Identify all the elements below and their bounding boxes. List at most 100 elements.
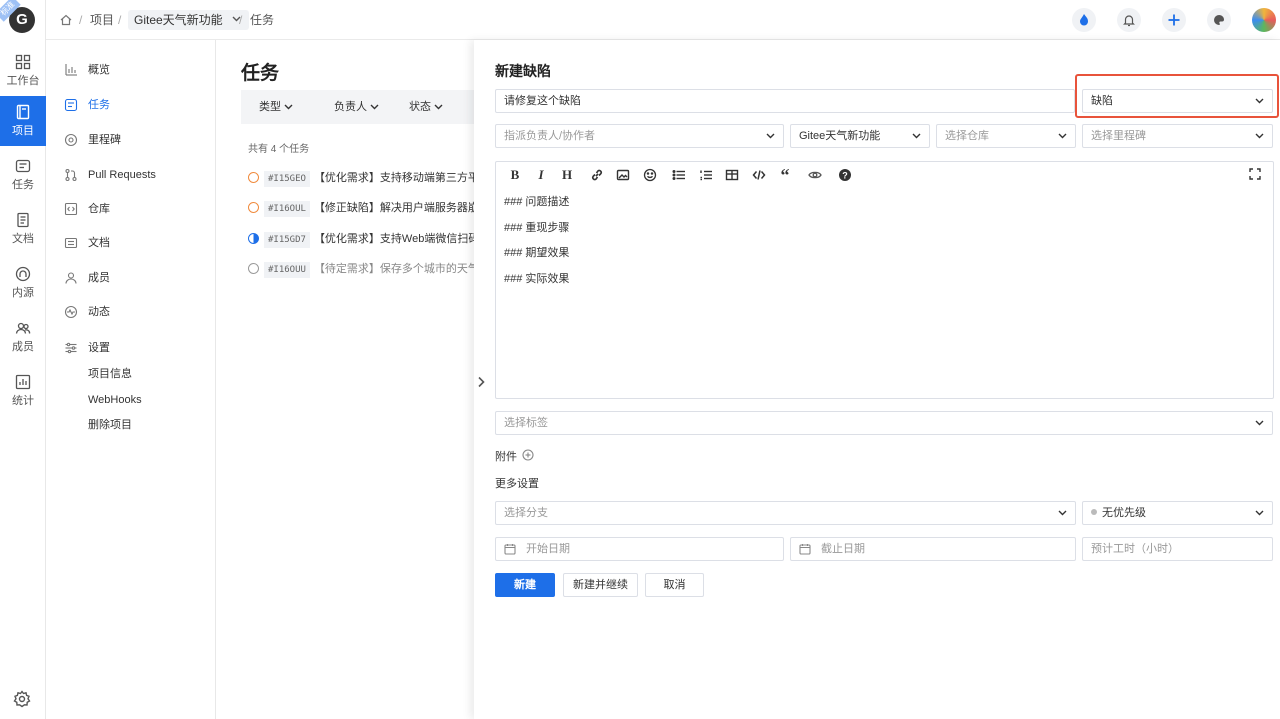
rail-item-stats[interactable]: 统计 xyxy=(0,366,46,416)
title-input[interactable]: 请修复这个缺陷 xyxy=(495,89,1075,113)
rail-item-workbench[interactable]: 工作台 xyxy=(0,46,46,96)
rail-item-tasks[interactable]: 任务 xyxy=(0,150,46,200)
estimate-input[interactable]: 预计工时（小时） xyxy=(1082,537,1273,561)
nav-item-overview[interactable]: 概览 xyxy=(46,56,216,84)
user-icon xyxy=(65,272,77,284)
emoji-icon[interactable] xyxy=(641,166,659,184)
pull-request-icon xyxy=(65,168,77,182)
ordered-list-icon[interactable] xyxy=(697,166,715,184)
breadcrumb-separator: / xyxy=(79,13,83,27)
nav-item-tasks[interactable]: 任务 xyxy=(46,91,216,119)
priority-select[interactable]: 无优先级 xyxy=(1082,501,1273,525)
create-button[interactable]: 新建 xyxy=(495,573,555,597)
nav-item-pull-requests[interactable]: Pull Requests xyxy=(46,161,216,189)
assignee-placeholder: 指派负责人/协作者 xyxy=(504,130,596,142)
image-icon[interactable] xyxy=(614,166,632,184)
nav-item-docs[interactable]: 文档 xyxy=(46,229,216,257)
theme-button[interactable] xyxy=(1207,8,1231,32)
chevron-down-icon xyxy=(1255,510,1264,516)
nav-item-label: 设置 xyxy=(88,342,110,354)
start-date-picker[interactable]: 开始日期 xyxy=(495,537,784,561)
project-switcher[interactable]: Gitee天气新功能 xyxy=(128,10,249,30)
task-id: #I16OUL xyxy=(264,201,310,217)
bold-icon[interactable]: B xyxy=(506,166,524,184)
project-value: Gitee天气新功能 xyxy=(799,130,881,142)
top-bar: / 项目 / Gitee天气新功能 / 任务 xyxy=(46,0,1280,40)
nav-item-settings[interactable]: 设置 xyxy=(46,334,216,362)
task-count: 共有 4 个任务 xyxy=(248,144,310,155)
due-date-picker[interactable]: 截止日期 xyxy=(790,537,1076,561)
cancel-button[interactable]: 取消 xyxy=(645,573,704,597)
breadcrumb-separator: / xyxy=(239,13,243,27)
members-icon xyxy=(15,322,31,334)
plus-icon xyxy=(1168,14,1180,26)
priority-value: 无优先级 xyxy=(1102,507,1146,519)
filter-assignee[interactable]: 负责人 xyxy=(334,90,379,124)
nav-sub-webhooks[interactable]: WebHooks xyxy=(46,389,216,411)
status-progress-icon xyxy=(248,232,259,244)
markdown-editor[interactable]: B I H “ ? ### 问题描述 ### 重现步骤 ### 期望效果 ###… xyxy=(495,161,1274,399)
activity-icon xyxy=(64,305,78,319)
gear-icon[interactable] xyxy=(13,690,31,708)
milestone-select[interactable]: 选择里程碑 xyxy=(1082,124,1273,148)
italic-icon[interactable]: I xyxy=(532,166,550,184)
code-block-icon[interactable] xyxy=(750,166,768,184)
quote-icon[interactable]: “ xyxy=(776,166,794,184)
stats-icon xyxy=(15,374,31,390)
task-icon xyxy=(64,98,78,112)
label-select[interactable]: 选择标签 xyxy=(495,411,1273,435)
recommend-button[interactable] xyxy=(1072,8,1096,32)
table-icon[interactable] xyxy=(723,166,741,184)
nav-item-repos[interactable]: 仓库 xyxy=(46,195,216,223)
breadcrumb-projects[interactable]: 项目 xyxy=(90,0,114,40)
breadcrumb-current: 任务 xyxy=(250,13,275,27)
nav-item-label: 动态 xyxy=(88,306,110,318)
rail-item-docs[interactable]: 文档 xyxy=(0,204,46,254)
preview-eye-icon[interactable] xyxy=(806,166,824,184)
fullscreen-icon[interactable] xyxy=(1246,166,1264,184)
page-title: 任务 xyxy=(241,63,280,84)
task-row[interactable]: #I15GD7 【优化需求】支持Web端微信扫码 xyxy=(248,230,476,248)
branch-select[interactable]: 选择分支 xyxy=(495,501,1076,525)
link-icon[interactable] xyxy=(588,166,606,184)
rail-item-members[interactable]: 成员 xyxy=(0,312,46,362)
filter-type[interactable]: 类型 xyxy=(259,90,293,124)
chevron-down-icon xyxy=(1058,510,1067,516)
task-row[interactable]: #I16OUU 【待定需求】保存多个城市的天气 xyxy=(248,260,476,278)
nav-item-label: 文档 xyxy=(88,237,110,249)
nav-item-members[interactable]: 成员 xyxy=(46,264,216,292)
priority-dot xyxy=(1091,509,1097,516)
drawer-title: 新建缺陷 xyxy=(495,63,551,79)
filter-status[interactable]: 状态 xyxy=(409,90,443,124)
nav-sub-delete-project[interactable]: 删除项目 xyxy=(46,414,216,436)
nav-item-activity[interactable]: 动态 xyxy=(46,298,216,326)
project-sidenav: 概览 任务 里程碑 Pull Requests 仓库 文档 成员 动态 设置 项… xyxy=(46,40,216,719)
avatar[interactable] xyxy=(1252,8,1276,32)
collapse-chevron-icon[interactable] xyxy=(476,376,486,388)
bullet-list-icon[interactable] xyxy=(670,166,688,184)
rail-item-label: 统计 xyxy=(12,395,34,407)
task-row[interactable]: #I16OUL 【修正缺陷】解决用户端服务器崩 xyxy=(248,199,476,217)
project-select[interactable]: Gitee天气新功能 xyxy=(790,124,930,148)
notifications-button[interactable] xyxy=(1117,8,1141,32)
rail-item-innersource[interactable]: 内源 xyxy=(0,258,46,308)
task-id: #I15GEO xyxy=(264,171,310,187)
home-icon[interactable] xyxy=(60,14,72,26)
chevron-down-icon xyxy=(370,104,379,110)
nav-item-label: 任务 xyxy=(88,99,110,111)
rail-item-projects[interactable]: 项目 xyxy=(0,96,46,146)
filter-bar: 类型 负责人 状态 xyxy=(241,90,476,124)
nav-item-milestones[interactable]: 里程碑 xyxy=(46,126,216,154)
nav-item-label: 成员 xyxy=(88,272,110,284)
assignee-select[interactable]: 指派负责人/协作者 xyxy=(495,124,784,148)
chevron-down-icon xyxy=(912,133,921,139)
nav-sub-project-info[interactable]: 项目信息 xyxy=(46,363,216,385)
bar-chart-icon xyxy=(65,64,77,76)
help-icon[interactable]: ? xyxy=(836,166,854,184)
create-and-continue-button[interactable]: 新建并继续 xyxy=(563,573,638,597)
add-attachment-icon[interactable] xyxy=(522,449,534,461)
repo-select[interactable]: 选择仓库 xyxy=(936,124,1076,148)
heading-icon[interactable]: H xyxy=(558,166,576,184)
task-row[interactable]: #I15GEO 【优化需求】支持移动端第三方平 xyxy=(248,169,476,187)
create-new-button[interactable] xyxy=(1162,8,1186,32)
